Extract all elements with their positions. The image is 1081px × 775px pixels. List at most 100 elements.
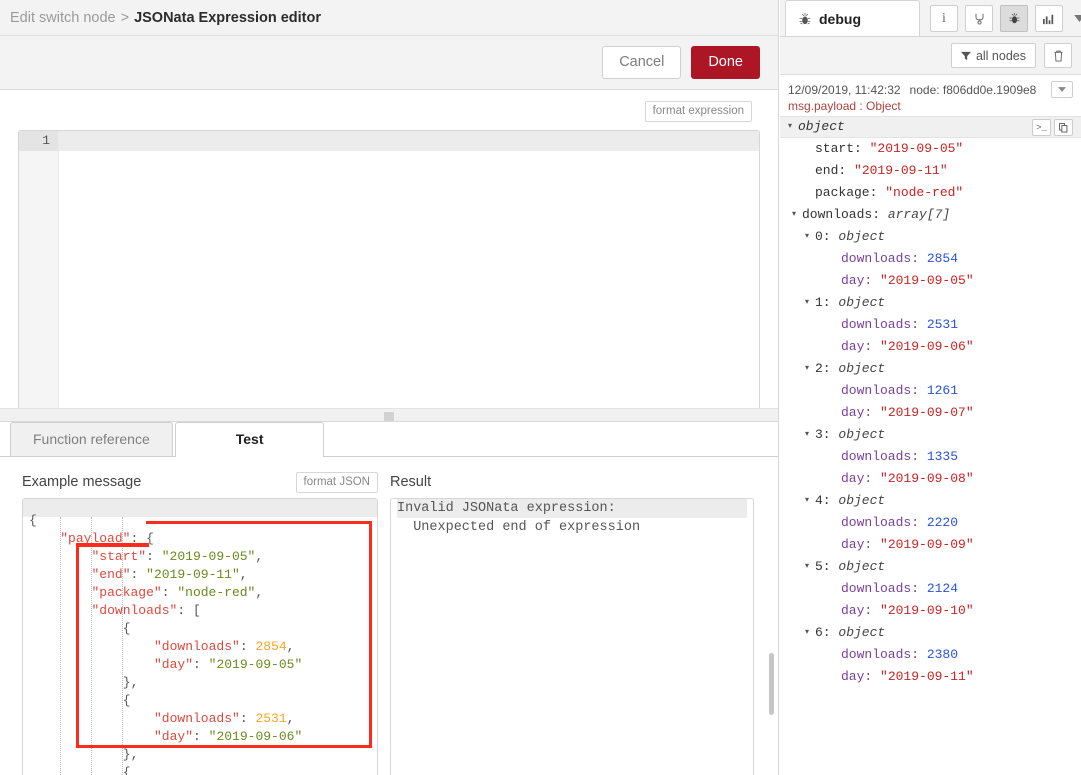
example-message-label: Example message (22, 474, 142, 490)
debug-tree-value: 1335 (926, 449, 959, 464)
breadcrumb-current: JSONata Expression editor (134, 9, 322, 26)
dialog-scrollbar[interactable] (767, 90, 776, 715)
debug-tree-value: object (838, 625, 886, 640)
result-column: Result Invalid JSONata expression: Unexp… (390, 471, 754, 775)
debug-tree-row[interactable]: day: "2019-09-11" (780, 666, 1081, 688)
debug-tree-row[interactable]: downloads: 1261 (780, 380, 1081, 402)
debug-tree-row[interactable]: start: "2019-09-05" (780, 138, 1081, 160)
dialog-scrollbar-thumb[interactable] (769, 653, 774, 715)
expression-editor-dialog: Edit switch node > JSONata Expression ed… (0, 0, 779, 775)
breadcrumb-parent[interactable]: Edit switch node (10, 10, 116, 26)
debug-tree-row[interactable]: downloads: 1335 (780, 446, 1081, 468)
debug-tree-row[interactable]: downloads: 2380 (780, 644, 1081, 666)
debug-tree-value: object (838, 295, 886, 310)
example-json-code[interactable]: { "payload": { "start": "2019-09-05", "e… (29, 512, 302, 775)
clear-debug-button[interactable] (1044, 43, 1072, 68)
bug-icon (798, 12, 812, 26)
twisty-icon[interactable]: ▾ (805, 490, 815, 512)
debug-message-menu-button[interactable] (1051, 81, 1073, 98)
test-panel: Example message format JSON { "payload":… (0, 457, 778, 775)
chart-icon-button[interactable] (1035, 5, 1063, 32)
debug-tree-value: "2019-09-08" (880, 471, 974, 486)
debug-tree-row[interactable]: day: "2019-09-06" (780, 336, 1081, 358)
debug-tree-row[interactable]: ▾ 0: object (780, 226, 1081, 248)
debug-tree-row[interactable]: ▾ 5: object (780, 556, 1081, 578)
twisty-icon[interactable]: ▾ (805, 556, 815, 578)
twisty-icon[interactable]: ▾ (805, 622, 815, 644)
debug-tree-key: start: (815, 141, 870, 156)
debug-tree-row[interactable]: ▾ 3: object (780, 424, 1081, 446)
panel-splitter[interactable] (0, 408, 778, 422)
debug-tree-row[interactable]: day: "2019-09-05" (780, 270, 1081, 292)
debug-tree-row[interactable]: package: "node-red" (780, 182, 1081, 204)
twisty-icon[interactable]: ▾ (792, 204, 802, 226)
debug-tree-value: 2220 (926, 515, 959, 530)
result-error-line-2: Unexpected end of expression (397, 520, 641, 535)
debug-tree-row[interactable]: downloads: 2124 (780, 578, 1081, 600)
node-wire-icon-button[interactable] (965, 5, 993, 32)
tab-debug[interactable]: debug (785, 0, 920, 36)
debug-message-topic: msg.payload : Object (788, 99, 901, 113)
debug-tree-key: day: (841, 471, 881, 486)
twisty-icon[interactable]: ▾ (805, 292, 815, 314)
debug-tree-row[interactable]: downloads: 2220 (780, 512, 1081, 534)
format-json-button[interactable]: format JSON (295, 471, 378, 493)
example-message-editor[interactable]: { "payload": { "start": "2019-09-05", "e… (22, 498, 378, 775)
editor-text-area[interactable] (59, 131, 759, 412)
info-icon-button[interactable]: i (930, 5, 958, 32)
debug-tree-row[interactable]: ▾ 1: object (780, 292, 1081, 314)
debug-tree-value: 2531 (926, 317, 959, 332)
cancel-button[interactable]: Cancel (602, 46, 682, 79)
twisty-icon[interactable]: ▾ (805, 358, 815, 380)
debug-tree-key: 3: (815, 427, 839, 442)
debug-tree-key: day: (841, 339, 881, 354)
debug-tree-value: "2019-09-05" (880, 273, 974, 288)
debug-timestamp: 12/09/2019, 11:42:32 (788, 82, 901, 97)
debug-tree-row[interactable]: ▾ 6: object (780, 622, 1081, 644)
tab-function-reference[interactable]: Function reference (10, 422, 173, 456)
twisty-icon[interactable]: ▾ (805, 424, 815, 446)
result-text: Invalid JSONata expression: Unexpected e… (391, 499, 753, 537)
filter-all-nodes-button[interactable]: all nodes (950, 43, 1036, 68)
splitter-grip[interactable] (384, 412, 394, 421)
debug-tree-value: array[7] (887, 207, 951, 222)
debug-root-label: object (798, 119, 845, 134)
debug-tree-row[interactable]: day: "2019-09-09" (780, 534, 1081, 556)
debug-tree-row[interactable]: ▾ downloads: array[7] (780, 204, 1081, 226)
copy-icon-button[interactable] (1054, 119, 1073, 136)
bug-icon-button[interactable] (1000, 5, 1028, 32)
debug-tree-key: end: (815, 163, 855, 178)
debug-tree-row[interactable]: end: "2019-09-11" (780, 160, 1081, 182)
debug-node-id[interactable]: node: f806dd0e.1909e8 (910, 83, 1037, 97)
debug-tree-value: object (838, 229, 886, 244)
debug-tree-row[interactable]: downloads: 2531 (780, 314, 1081, 336)
twisty-icon[interactable]: ▾ (788, 116, 798, 138)
debug-root-object-row[interactable]: ▾ object >_ (780, 116, 1081, 138)
bug-icon (1008, 12, 1021, 25)
debug-tree-key: day: (841, 537, 881, 552)
format-expression-button[interactable]: format expression (644, 101, 752, 122)
chevron-down-icon[interactable] (1070, 7, 1081, 31)
debug-tree-row[interactable]: ▾ 4: object (780, 490, 1081, 512)
debug-tree-key: downloads: (841, 251, 927, 266)
debug-tree-row[interactable]: day: "2019-09-07" (780, 402, 1081, 424)
debug-tree-key: downloads: (841, 317, 927, 332)
debug-tree-key: package: (815, 185, 886, 200)
terminal-icon-button[interactable]: >_ (1032, 119, 1051, 136)
debug-tree-row[interactable]: day: "2019-09-10" (780, 600, 1081, 622)
debug-tab-label: debug (819, 10, 861, 27)
debug-tree-row[interactable]: day: "2019-09-08" (780, 468, 1081, 490)
debug-tree-value: object (838, 427, 886, 442)
filter-icon (960, 51, 971, 61)
debug-root-tools: >_ (1032, 119, 1073, 136)
debug-tree-value: "2019-09-06" (880, 339, 974, 354)
tab-test[interactable]: Test (174, 422, 325, 457)
done-button[interactable]: Done (691, 46, 760, 79)
debug-tree-value: "2019-09-11" (854, 163, 948, 178)
jsonata-code-editor[interactable]: 1 (18, 130, 760, 413)
debug-tree-row[interactable]: ▾ 2: object (780, 358, 1081, 380)
example-message-column: Example message format JSON { "payload":… (22, 471, 378, 775)
twisty-icon[interactable]: ▾ (805, 226, 815, 248)
debug-tree-value: "2019-09-10" (880, 603, 974, 618)
debug-tree-row[interactable]: downloads: 2854 (780, 248, 1081, 270)
